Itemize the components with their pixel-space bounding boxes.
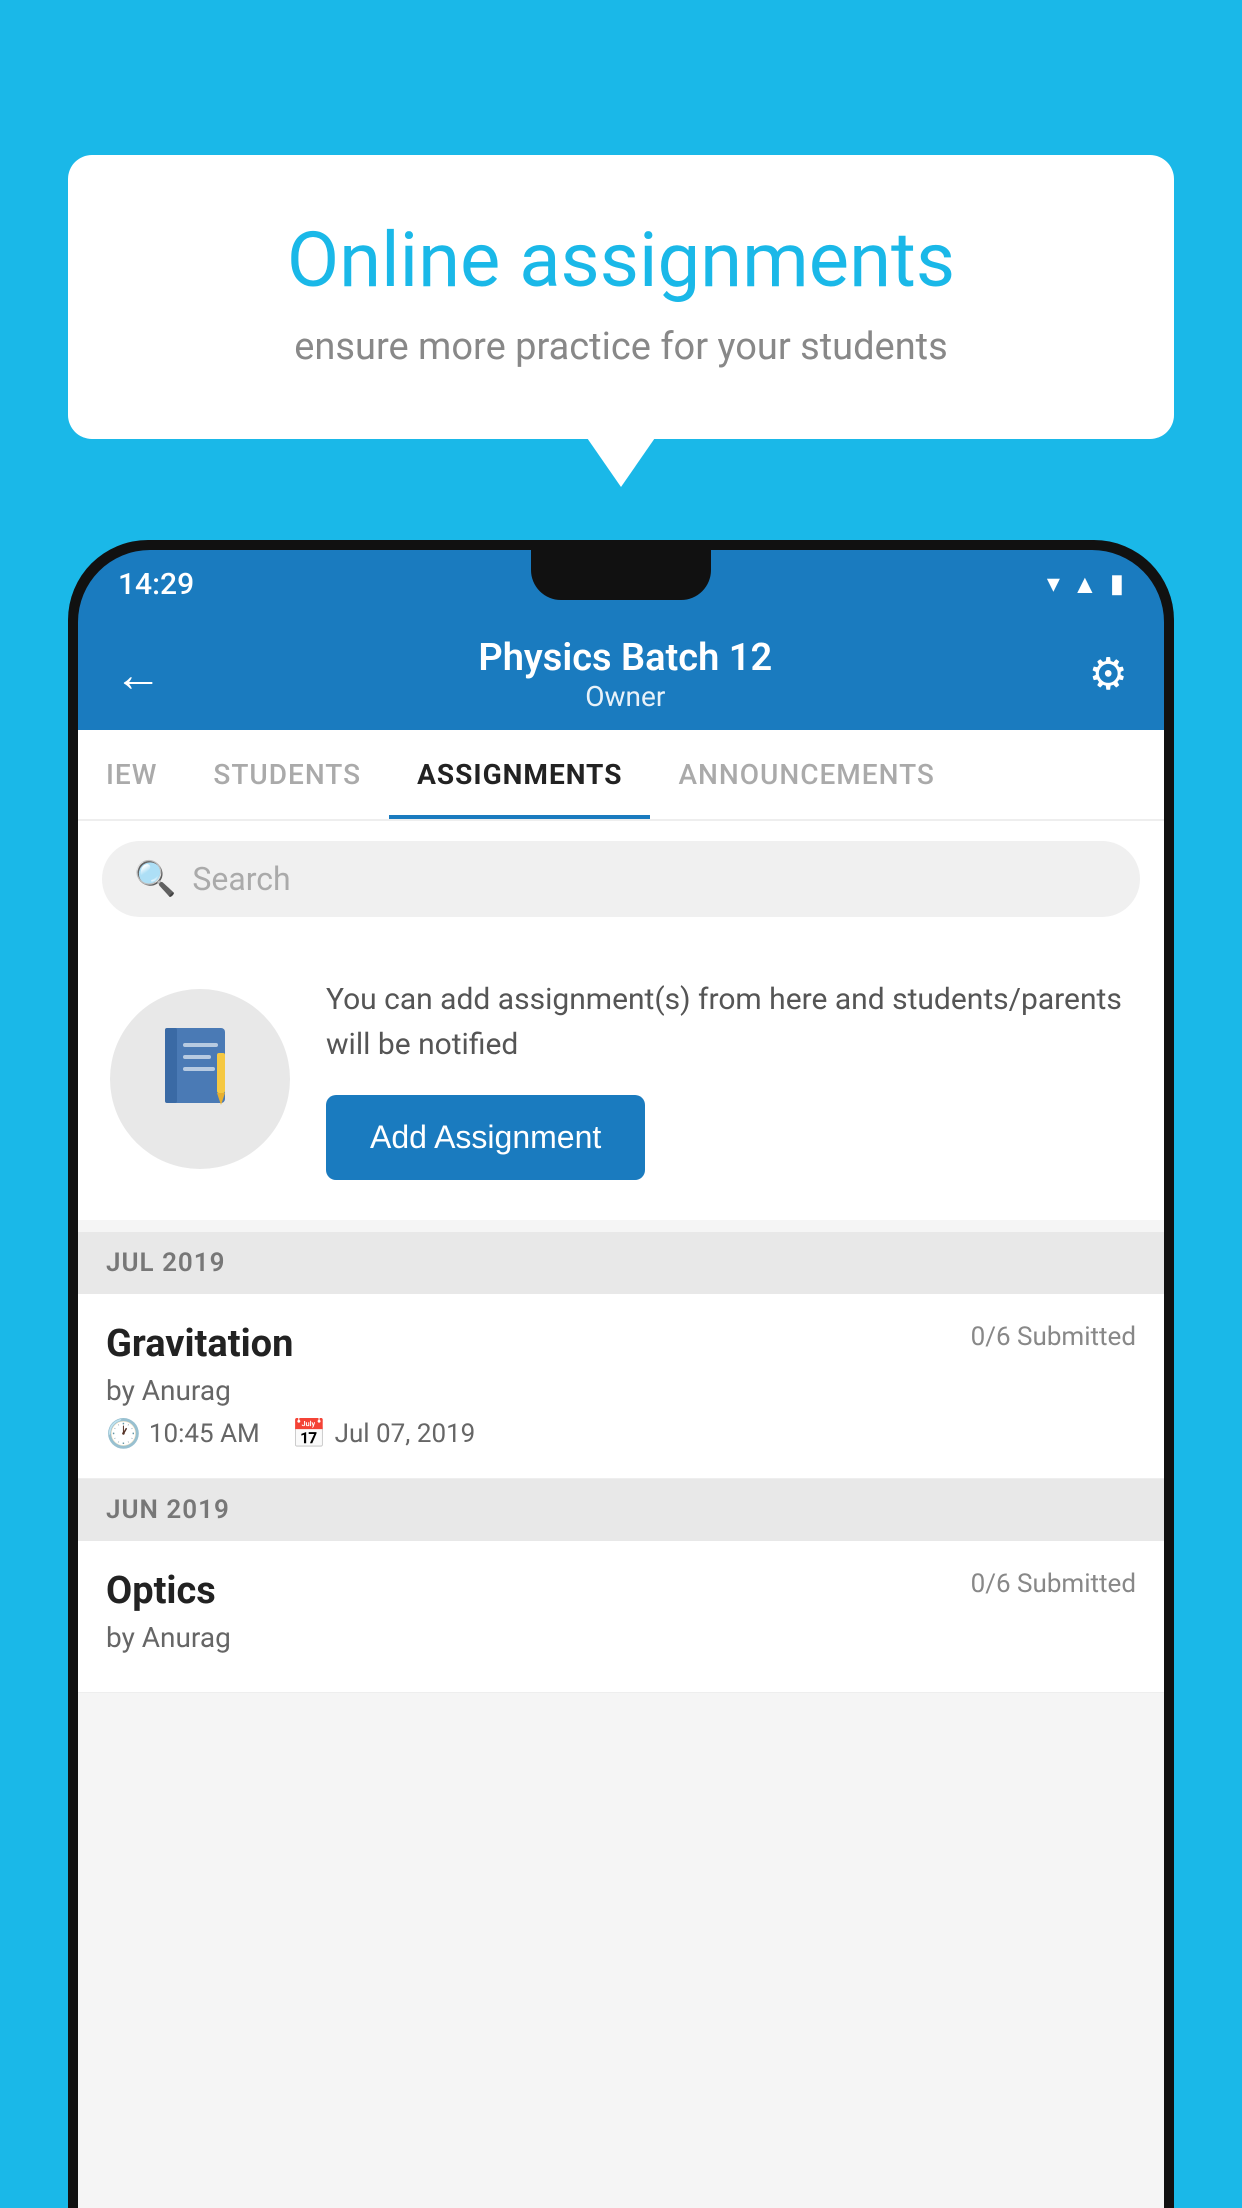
assignment-row1-optics: Optics 0/6 Submitted bbox=[106, 1569, 1136, 1613]
speech-bubble: Online assignments ensure more practice … bbox=[68, 155, 1174, 439]
assignment-item-optics[interactable]: Optics 0/6 Submitted by Anurag bbox=[78, 1541, 1164, 1693]
section-jun-2019: JUN 2019 bbox=[78, 1479, 1164, 1541]
info-card-text: You can add assignment(s) from here and … bbox=[326, 977, 1132, 1067]
tabs-bar: IEW STUDENTS ASSIGNMENTS ANNOUNCEMENTS bbox=[78, 730, 1164, 821]
submitted-badge-optics: 0/6 Submitted bbox=[971, 1569, 1136, 1599]
tab-iew[interactable]: IEW bbox=[78, 730, 185, 819]
search-placeholder: Search bbox=[192, 860, 290, 898]
section-jul-2019: JUL 2019 bbox=[78, 1232, 1164, 1294]
assignment-icon-circle bbox=[110, 989, 290, 1169]
app-header: ← Physics Batch 12 Owner ⚙ bbox=[78, 618, 1164, 730]
search-icon: 🔍 bbox=[134, 859, 176, 899]
tab-assignments[interactable]: ASSIGNMENTS bbox=[389, 730, 650, 819]
meta-time: 🕐 10:45 AM bbox=[106, 1417, 260, 1450]
wifi-icon: ▾ bbox=[1047, 569, 1060, 599]
add-assignment-button[interactable]: Add Assignment bbox=[326, 1095, 645, 1180]
clock-icon: 🕐 bbox=[106, 1417, 141, 1450]
notch bbox=[531, 550, 711, 600]
back-button[interactable]: ← bbox=[114, 646, 162, 703]
assignment-title-optics: Optics bbox=[106, 1569, 216, 1613]
status-icons: ▾ ▲ ▮ bbox=[1047, 569, 1124, 600]
assignment-by-optics: by Anurag bbox=[106, 1621, 1136, 1654]
assignment-date: Jul 07, 2019 bbox=[335, 1419, 476, 1449]
calendar-icon: 📅 bbox=[292, 1417, 327, 1450]
battery-icon: ▮ bbox=[1110, 569, 1124, 599]
assignment-time: 10:45 AM bbox=[149, 1419, 260, 1449]
speech-bubble-title: Online assignments bbox=[148, 215, 1094, 305]
status-bar: 14:29 ▾ ▲ ▮ bbox=[78, 550, 1164, 618]
search-bar[interactable]: 🔍 Search bbox=[102, 841, 1140, 917]
header-title: Physics Batch 12 bbox=[162, 636, 1089, 680]
info-card-right: You can add assignment(s) from here and … bbox=[326, 977, 1132, 1180]
assignment-row1: Gravitation 0/6 Submitted bbox=[106, 1322, 1136, 1366]
speech-bubble-container: Online assignments ensure more practice … bbox=[68, 155, 1174, 439]
notebook-icon bbox=[155, 1023, 245, 1135]
search-bar-wrapper: 🔍 Search bbox=[78, 821, 1164, 937]
tab-announcements[interactable]: ANNOUNCEMENTS bbox=[650, 730, 962, 819]
assignment-meta: 🕐 10:45 AM 📅 Jul 07, 2019 bbox=[106, 1417, 1136, 1450]
tab-students[interactable]: STUDENTS bbox=[185, 730, 389, 819]
assignment-item-gravitation[interactable]: Gravitation 0/6 Submitted by Anurag 🕐 10… bbox=[78, 1294, 1164, 1479]
speech-bubble-subtitle: ensure more practice for your students bbox=[148, 325, 1094, 369]
settings-button[interactable]: ⚙ bbox=[1089, 648, 1128, 700]
section-month-label: JUL 2019 bbox=[106, 1248, 226, 1278]
content-area: 🔍 Search bbox=[78, 821, 1164, 2208]
info-card: You can add assignment(s) from here and … bbox=[78, 937, 1164, 1220]
header-subtitle: Owner bbox=[162, 680, 1089, 713]
phone-frame: 14:29 ▾ ▲ ▮ ← Physics Batch 12 Owner ⚙ bbox=[68, 540, 1174, 2208]
section-month-label-2: JUN 2019 bbox=[106, 1495, 230, 1525]
assignment-by: by Anurag bbox=[106, 1374, 1136, 1407]
signal-icon: ▲ bbox=[1072, 569, 1098, 600]
status-time: 14:29 bbox=[118, 567, 194, 602]
submitted-badge: 0/6 Submitted bbox=[971, 1322, 1136, 1352]
meta-date: 📅 Jul 07, 2019 bbox=[292, 1417, 476, 1450]
assignment-title: Gravitation bbox=[106, 1322, 293, 1366]
phone-inner: 14:29 ▾ ▲ ▮ ← Physics Batch 12 Owner ⚙ bbox=[78, 550, 1164, 2208]
header-center: Physics Batch 12 Owner bbox=[162, 636, 1089, 713]
